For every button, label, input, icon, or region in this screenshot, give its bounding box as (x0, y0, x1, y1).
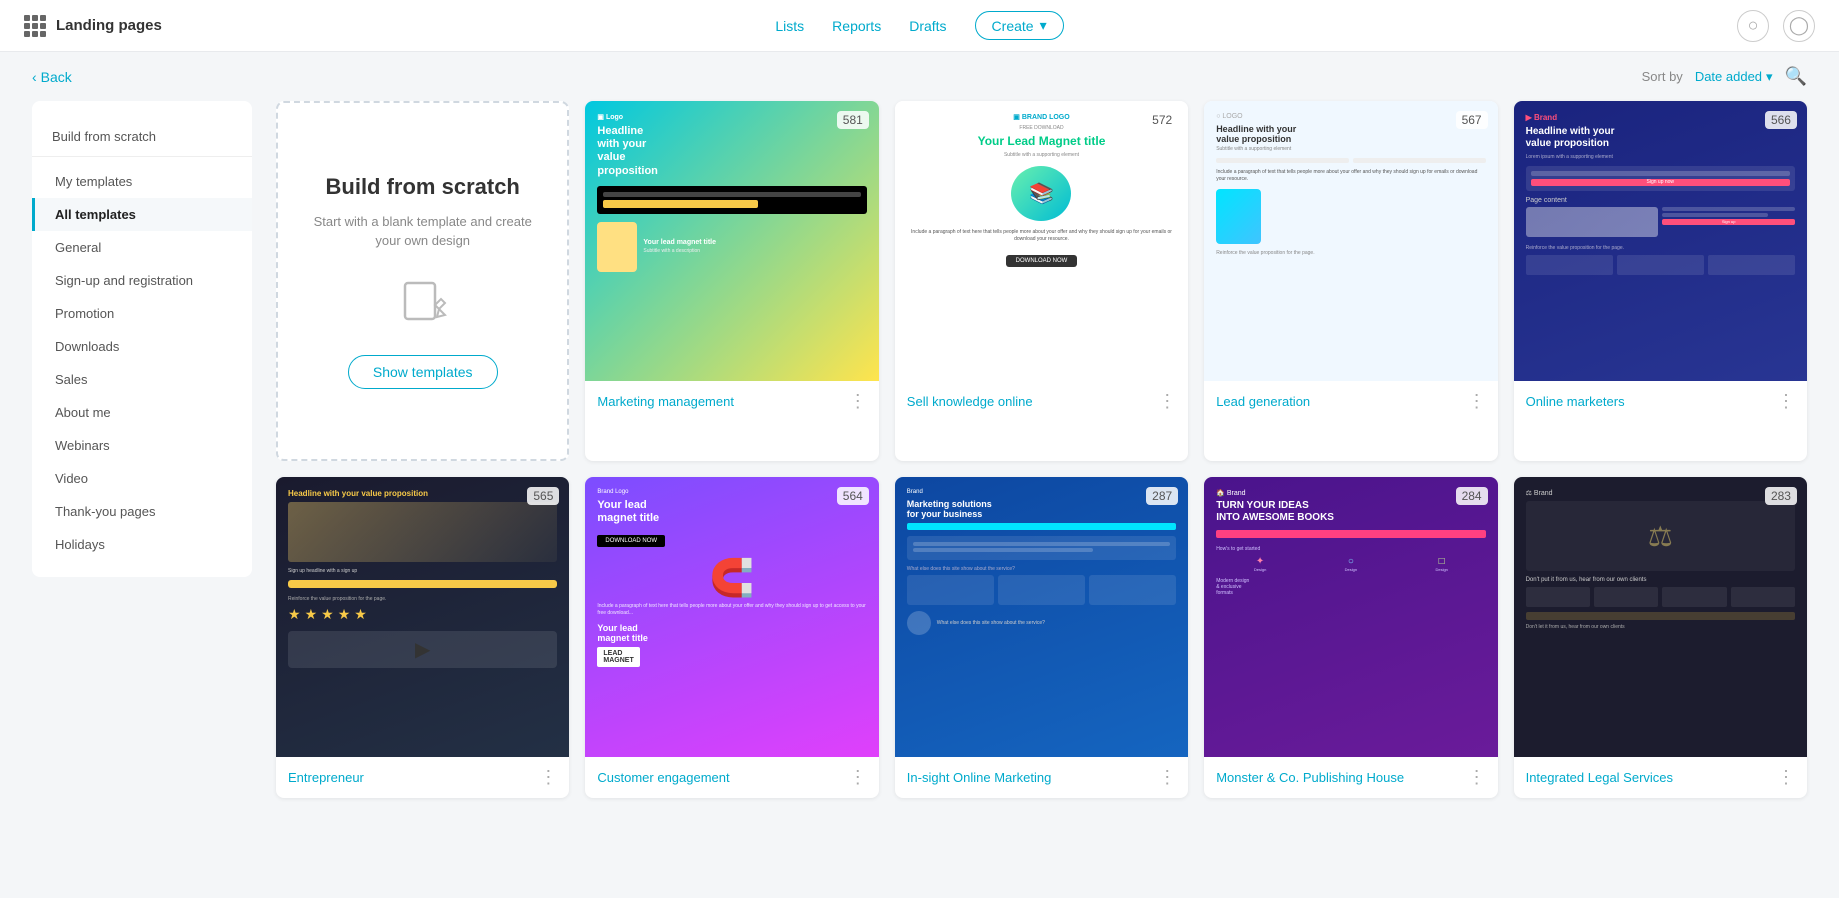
template-name-sell: Sell knowledge online (907, 394, 1033, 409)
template-preview-legal: ⚖ Brand ⚖ Don't put it from us, hear fro… (1514, 477, 1807, 757)
sidebar-item-sales[interactable]: Sales (32, 363, 252, 396)
app-logo: Landing pages (24, 15, 472, 37)
template-preview-marketing: ▣ Logo Headlinewith yourvalueproposition… (585, 101, 878, 381)
nav-reports[interactable]: Reports (832, 18, 881, 34)
template-row-2: Headline with your value proposition Sig… (276, 477, 1807, 798)
app-title: Landing pages (56, 17, 162, 34)
template-name-entrepreneur: Entrepreneur (288, 770, 364, 785)
template-footer-marketers: Online marketers ⋮ (1514, 381, 1807, 422)
sidebar-item-general[interactable]: General (32, 231, 252, 264)
template-count-marketing: 581 (837, 111, 869, 129)
sort-arrow-icon: ▾ (1766, 69, 1773, 85)
template-footer-legal: Integrated Legal Services ⋮ (1514, 757, 1807, 798)
template-card-lead-generation[interactable]: ○ LOGO Headline with yourvalue propositi… (1204, 101, 1497, 461)
scratch-title: Build from scratch (326, 174, 520, 200)
sidebar-item-holidays[interactable]: Holidays (32, 528, 252, 561)
pencil-box-icon (397, 275, 449, 339)
template-grid: Build from scratch Start with a blank te… (276, 101, 1807, 814)
scratch-desc: Start with a blank template and create y… (302, 212, 543, 251)
sidebar-item-webinars[interactable]: Webinars (32, 429, 252, 462)
template-preview-entrepreneur: Headline with your value proposition Sig… (276, 477, 569, 757)
build-from-scratch-card[interactable]: Build from scratch Start with a blank te… (276, 101, 569, 461)
sort-value[interactable]: Date added ▾ (1695, 69, 1773, 85)
top-navigation: Landing pages Lists Reports Drafts Creat… (0, 0, 1839, 52)
template-name-marketing: Marketing management (597, 394, 734, 409)
template-card-entrepreneur[interactable]: Headline with your value proposition Sig… (276, 477, 569, 798)
template-card-insight[interactable]: Brand Marketing solutionsfor your busine… (895, 477, 1188, 798)
template-row-1: Build from scratch Start with a blank te… (276, 101, 1807, 461)
template-card-marketing-management[interactable]: ▣ Logo Headlinewith yourvalueproposition… (585, 101, 878, 461)
template-footer-monster: Monster & Co. Publishing House ⋮ (1204, 757, 1497, 798)
sidebar-item-promotion[interactable]: Promotion (32, 297, 252, 330)
template-preview-customer: Brand Logo Your leadmagnet title DOWNLOA… (585, 477, 878, 757)
template-footer-sell: Sell knowledge online ⋮ (895, 381, 1188, 422)
template-count-monster: 284 (1456, 487, 1488, 505)
grid-icon (24, 15, 46, 37)
back-button[interactable]: ‹ Back (32, 69, 72, 85)
sidebar-item-build-scratch[interactable]: Build from scratch (32, 117, 252, 157)
template-name-marketers: Online marketers (1526, 394, 1625, 409)
template-preview-insight: Brand Marketing solutionsfor your busine… (895, 477, 1188, 757)
template-preview-marketers: ▶ Brand Headline with yourvalue proposit… (1514, 101, 1807, 381)
template-preview-sell: ▣ BRAND LOGO FREE DOWNLOAD Your Lead Mag… (895, 101, 1188, 381)
sort-controls: Sort by Date added ▾ 🔍 (1642, 66, 1807, 87)
template-footer-entrepreneur: Entrepreneur ⋮ (276, 757, 569, 798)
search-button[interactable]: 🔍 (1785, 66, 1807, 87)
sidebar-item-about-me[interactable]: About me (32, 396, 252, 429)
template-card-sell-knowledge[interactable]: ▣ BRAND LOGO FREE DOWNLOAD Your Lead Mag… (895, 101, 1188, 461)
template-footer-lead: Lead generation ⋮ (1204, 381, 1497, 422)
sidebar-item-video[interactable]: Video (32, 462, 252, 495)
template-name-legal: Integrated Legal Services (1526, 770, 1673, 785)
user-avatar[interactable]: ◯ (1783, 10, 1815, 42)
sidebar-item-thank-you[interactable]: Thank-you pages (32, 495, 252, 528)
template-footer-customer: Customer engagement ⋮ (585, 757, 878, 798)
back-arrow-icon: ‹ (32, 69, 37, 85)
template-card-monster[interactable]: 🏠 Brand TURN YOUR IDEASINTO AWESOME BOOK… (1204, 477, 1497, 798)
template-menu-marketers[interactable]: ⋮ (1777, 391, 1795, 412)
sidebar-item-my-templates[interactable]: My templates (32, 165, 252, 198)
template-menu-sell[interactable]: ⋮ (1158, 391, 1176, 412)
template-footer-marketing: Marketing management ⋮ (585, 381, 878, 422)
sidebar-item-downloads[interactable]: Downloads (32, 330, 252, 363)
template-preview-lead: ○ LOGO Headline with yourvalue propositi… (1204, 101, 1497, 381)
template-menu-customer[interactable]: ⋮ (849, 767, 867, 788)
template-name-customer: Customer engagement (597, 770, 729, 785)
main-content: Build from scratch My templates All temp… (0, 101, 1839, 846)
template-name-insight: In-sight Online Marketing (907, 770, 1052, 785)
chevron-down-icon: ▾ (1040, 17, 1047, 34)
template-menu-monster[interactable]: ⋮ (1468, 767, 1486, 788)
nav-lists[interactable]: Lists (775, 18, 804, 34)
template-count-marketers: 566 (1765, 111, 1797, 129)
subheader: ‹ Back Sort by Date added ▾ 🔍 (0, 52, 1839, 101)
show-templates-button[interactable]: Show templates (348, 355, 498, 389)
template-name-lead: Lead generation (1216, 394, 1310, 409)
sidebar-item-all-templates[interactable]: All templates (32, 198, 252, 231)
create-button[interactable]: Create ▾ (975, 11, 1064, 40)
template-menu-legal[interactable]: ⋮ (1777, 767, 1795, 788)
nav-links: Lists Reports Drafts Create ▾ (472, 11, 1368, 40)
template-menu-lead[interactable]: ⋮ (1468, 391, 1486, 412)
sidebar-item-sign-up[interactable]: Sign-up and registration (32, 264, 252, 297)
template-card-online-marketers[interactable]: ▶ Brand Headline with yourvalue proposit… (1514, 101, 1807, 461)
template-card-legal[interactable]: ⚖ Brand ⚖ Don't put it from us, hear fro… (1514, 477, 1807, 798)
template-menu-insight[interactable]: ⋮ (1158, 767, 1176, 788)
template-menu-entrepreneur[interactable]: ⋮ (539, 767, 557, 788)
avatar-icon[interactable]: ○ (1737, 10, 1769, 42)
template-footer-insight: In-sight Online Marketing ⋮ (895, 757, 1188, 798)
template-card-customer-engagement[interactable]: Brand Logo Your leadmagnet title DOWNLOA… (585, 477, 878, 798)
template-name-monster: Monster & Co. Publishing House (1216, 770, 1404, 785)
template-count-lead: 567 (1456, 111, 1488, 129)
template-count-insight: 287 (1146, 487, 1178, 505)
sort-label: Sort by (1642, 69, 1683, 84)
template-count-entrepreneur: 565 (527, 487, 559, 505)
sidebar: Build from scratch My templates All temp… (32, 101, 252, 577)
nav-right: ○ ◯ (1367, 10, 1815, 42)
template-count-customer: 564 (837, 487, 869, 505)
nav-drafts[interactable]: Drafts (909, 18, 946, 34)
template-count-legal: 283 (1765, 487, 1797, 505)
template-count-sell: 572 (1146, 111, 1178, 129)
template-preview-monster: 🏠 Brand TURN YOUR IDEASINTO AWESOME BOOK… (1204, 477, 1497, 757)
template-menu-marketing[interactable]: ⋮ (849, 391, 867, 412)
